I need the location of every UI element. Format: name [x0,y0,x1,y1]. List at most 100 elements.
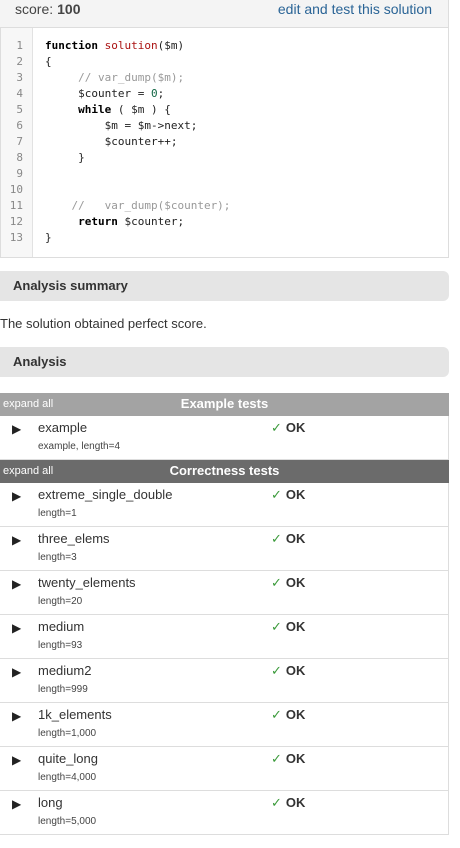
correctness-tests-bar: expand all Correctness tests [0,460,449,483]
code-line: 2{ [1,54,441,70]
test-detail: length=1,000 [38,728,97,739]
code-line: 7 $counter++; [1,134,441,150]
code-text: // var_dump($m); [45,71,185,84]
test-status-text: OK [285,751,306,766]
test-status: ✓ OK [271,707,305,723]
code-line: 6 $m = $m->next; [1,118,441,134]
line-number: 13 [9,231,23,244]
code-text: return $counter; [78,215,185,228]
test-status: ✓ OK [271,663,305,679]
code-line: 13} [1,230,441,246]
code-line: 4 $counter = 0; [1,86,441,102]
score-label: score: [15,1,54,17]
line-number: 10 [9,183,23,196]
line-number: 7 [16,135,23,148]
test-status-text: OK [285,531,306,546]
caret-right-icon[interactable]: ▶ [12,577,21,591]
test-name: quite_long [38,751,98,766]
test-status-text: OK [285,707,306,722]
test-name: long [38,795,63,810]
line-number: 6 [16,119,23,132]
test-detail: example, length=4 [38,441,121,452]
test-row[interactable]: ▶ twenty_elements length=20 ✓ OK [0,571,449,615]
edit-and-test-link[interactable]: edit and test this solution [278,1,432,17]
test-status-text: OK [285,663,306,678]
code-viewer: 1 function solution($m) 2{3 // var_dump($m… [0,28,449,258]
score-value: 100 [57,1,81,17]
test-status: ✓ OK [271,751,305,767]
line-number: 12 [9,215,23,228]
test-status-text: OK [285,619,306,634]
caret-right-icon[interactable]: ▶ [12,709,21,723]
code-line: 12 return $counter; [1,214,441,230]
code-text: // var_dump($counter); [45,199,231,212]
check-icon: ✓ [271,487,282,502]
code-text: $counter++; [45,135,178,148]
code-text: { [45,55,52,68]
analysis-header: Analysis [0,347,449,377]
test-row[interactable]: ▶ quite_long length=4,000 ✓ OK [0,747,449,791]
test-status: ✓ OK [271,420,305,436]
test-name: medium [38,619,85,634]
check-icon: ✓ [271,531,282,546]
check-icon: ✓ [271,663,282,678]
line-number: 4 [16,87,23,100]
test-status: ✓ OK [271,531,305,547]
test-row[interactable]: ▶ three_elems length=3 ✓ OK [0,527,449,571]
line-number: 5 [16,103,23,116]
test-detail: length=3 [38,552,77,563]
test-row[interactable]: ▶ example example, length=4 ✓ OK [0,416,449,460]
test-detail: length=1 [38,508,77,519]
test-row[interactable]: ▶ extreme_single_double length=1 ✓ OK [0,483,449,527]
check-icon: ✓ [271,575,282,590]
caret-right-icon[interactable]: ▶ [12,665,21,679]
caret-right-icon[interactable]: ▶ [12,533,21,547]
line-number: 2 [16,55,23,68]
line-number: 11 [9,199,23,212]
test-detail: length=93 [38,640,83,651]
test-detail: length=5,000 [38,816,97,827]
test-status: ✓ OK [271,795,305,811]
test-detail: length=999 [38,684,88,695]
test-status-text: OK [285,795,306,810]
code-line: 11 // var_dump($counter); [1,198,441,214]
line-number: 3 [16,71,23,84]
test-detail: length=4,000 [38,772,97,783]
code-text: } [45,231,52,244]
analysis-summary-header: Analysis summary [0,271,449,301]
caret-right-icon[interactable]: ▶ [12,753,21,767]
check-icon: ✓ [271,420,282,435]
test-row[interactable]: ▶ medium2 length=999 ✓ OK [0,659,449,703]
test-detail: length=20 [38,596,83,607]
test-row[interactable]: ▶ long length=5,000 ✓ OK [0,791,449,835]
analysis-summary-text: The solution obtained perfect score. [0,316,207,331]
test-status: ✓ OK [271,619,305,635]
test-status-text: OK [285,575,306,590]
test-row[interactable]: ▶ 1k_elements length=1,000 ✓ OK [0,703,449,747]
test-name: three_elems [38,531,110,546]
code-line: 9 [1,166,441,182]
code-line: 1 function solution($m) [1,38,441,54]
test-row[interactable]: ▶ medium length=93 ✓ OK [0,615,449,659]
check-icon: ✓ [271,795,282,810]
example-tests-title: Example tests [180,396,269,411]
code-text: $m = $m->next; [45,119,198,132]
code-line: 10 [1,182,441,198]
example-tests-bar: expand all Example tests [0,393,449,416]
check-icon: ✓ [271,707,282,722]
caret-right-icon[interactable]: ▶ [12,797,21,811]
test-name: medium2 [38,663,92,678]
code-text: function solution($m) [45,39,185,52]
check-icon: ✓ [271,751,282,766]
caret-right-icon[interactable]: ▶ [12,422,21,436]
test-name: extreme_single_double [38,487,173,502]
test-name: twenty_elements [38,575,136,590]
caret-right-icon[interactable]: ▶ [12,621,21,635]
correctness-tests-title: Correctness tests [169,463,280,478]
score-bar: score: 100 edit and test this solution [0,0,449,28]
code-line: 8 } [1,150,441,166]
line-number: 8 [16,151,23,164]
caret-right-icon[interactable]: ▶ [12,489,21,503]
code-text: while ( $m ) { [78,103,171,116]
test-name: example [38,420,88,435]
